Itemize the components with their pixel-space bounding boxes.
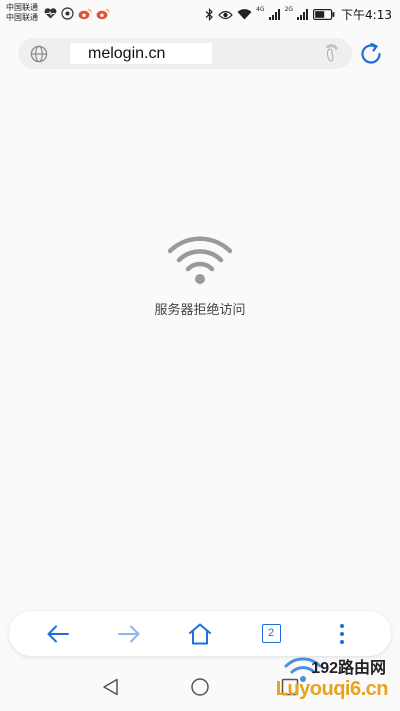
health-heart-icon xyxy=(44,8,57,19)
weibo-icon-2 xyxy=(96,8,110,19)
home-button[interactable] xyxy=(178,611,222,656)
error-message: 服务器拒绝访问 xyxy=(154,303,246,318)
forward-button[interactable] xyxy=(107,611,151,656)
wifi-error-icon xyxy=(167,236,233,284)
carrier-1-label: 中国联通 xyxy=(6,3,38,12)
nav-back-icon[interactable] xyxy=(101,677,121,697)
site-watermark: 192路由网 Luyouqi6.cn xyxy=(266,654,394,708)
address-bar[interactable]: melogin.cn xyxy=(18,38,352,69)
carrier-labels: 中国联通 中国联通 xyxy=(6,3,38,23)
browser-toolbar: 2 xyxy=(9,611,391,656)
eye-comfort-icon xyxy=(218,10,233,19)
watermark-site: Luyouqi6.cn xyxy=(275,678,389,700)
signal-strength-2-icon xyxy=(297,9,309,20)
signal-strength-1-icon xyxy=(268,9,280,20)
back-button[interactable] xyxy=(36,611,80,656)
url-field[interactable]: melogin.cn xyxy=(70,43,212,64)
status-time: 下午4:13 xyxy=(341,8,392,22)
notification-icons xyxy=(44,7,110,20)
wifi-status-icon xyxy=(237,9,252,20)
menu-button[interactable] xyxy=(320,611,364,656)
network-1-label: 4G xyxy=(256,6,265,13)
weibo-icon xyxy=(78,8,92,19)
tab-count: 2 xyxy=(261,624,281,643)
qq-browser-icon xyxy=(61,7,74,20)
tabs-button[interactable]: 2 xyxy=(249,611,293,656)
battery-icon xyxy=(313,9,335,20)
error-panel: 服务器拒绝访问 xyxy=(0,233,400,318)
status-indicators: 4G 2G 下午4:13 xyxy=(205,6,392,23)
globe-icon xyxy=(30,45,48,63)
footprint-icon[interactable] xyxy=(322,43,342,63)
reload-icon[interactable] xyxy=(358,41,384,67)
carrier-2-label: 中国联通 xyxy=(6,13,38,22)
network-2-label: 2G xyxy=(284,6,294,13)
status-bar: 中国联通 中国联通 4G 2G 下午4:13 xyxy=(0,0,400,28)
more-vertical-icon xyxy=(340,623,344,644)
battery-fill xyxy=(315,11,325,18)
nav-home-icon[interactable] xyxy=(190,677,210,697)
bluetooth-icon xyxy=(205,8,213,21)
forward-arrow-icon xyxy=(118,625,140,642)
back-arrow-icon xyxy=(47,625,69,642)
watermark-brand: 192路由网 xyxy=(311,660,386,677)
home-icon xyxy=(189,623,211,644)
